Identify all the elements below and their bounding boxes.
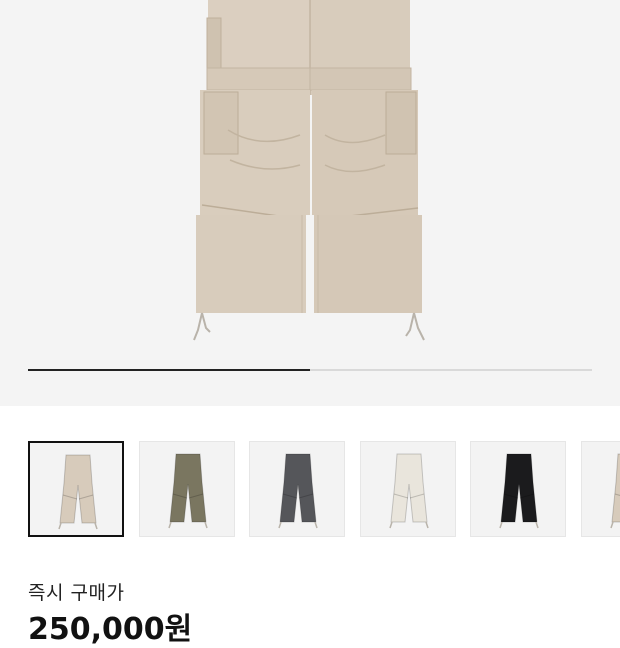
left-cargo-pocket	[203, 91, 239, 155]
pants-thumbnail-icon	[499, 453, 539, 529]
right-lower-leg	[314, 215, 422, 313]
pants-thumbnail-icon	[58, 454, 98, 530]
pants-thumbnail-icon	[389, 453, 429, 529]
instant-buy-price: 250,000원	[28, 612, 193, 647]
thumbnail-strip	[28, 441, 620, 537]
pants-thumbnail-icon	[278, 453, 318, 529]
left-lower-leg	[196, 215, 306, 313]
left-drawcord	[193, 312, 211, 341]
product-image-hero[interactable]	[0, 0, 620, 406]
gallery-progress-fill	[28, 369, 310, 371]
cargo-pants-image	[193, 0, 425, 341]
thumbnail-1[interactable]	[28, 441, 124, 537]
thumbnail-2[interactable]	[139, 441, 235, 537]
thumbnail-4[interactable]	[360, 441, 456, 537]
thumbnail-3[interactable]	[249, 441, 345, 537]
instant-buy-price-label: 즉시 구매가	[28, 582, 125, 604]
pants-thumbnail-icon	[168, 453, 208, 529]
gallery-progress-bar	[28, 369, 592, 371]
right-cargo-pocket	[385, 91, 417, 155]
right-drawcord	[405, 312, 425, 341]
pants-thumbnail-icon	[610, 453, 620, 529]
thumbnail-6[interactable]	[581, 441, 620, 537]
thumbnail-5[interactable]	[470, 441, 566, 537]
